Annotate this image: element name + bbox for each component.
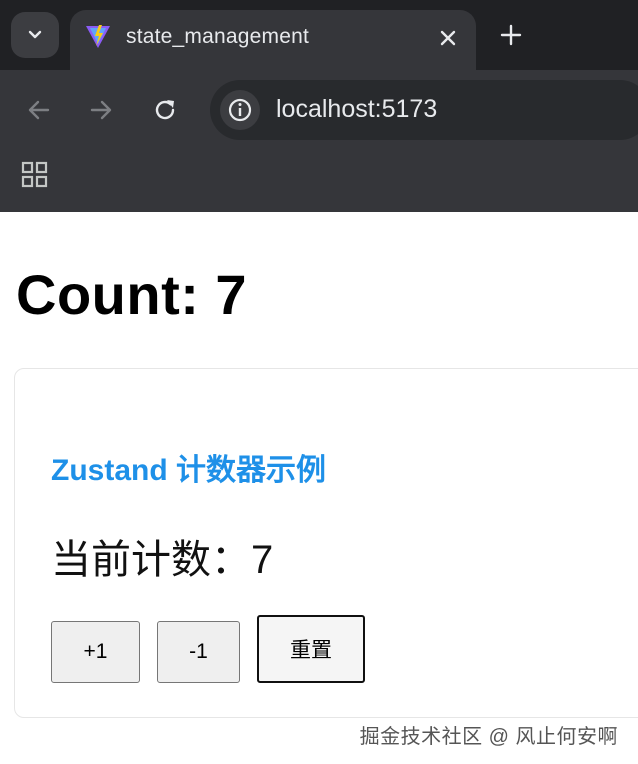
info-icon [228, 98, 252, 122]
tab-title: state_management [126, 25, 309, 48]
page-content: Count: 7 Zustand 计数器示例 当前计数：7 +1 -1 重置 掘… [0, 212, 638, 764]
apps-grid-icon[interactable] [20, 160, 50, 190]
card-title: Zustand 计数器示例 [51, 454, 326, 487]
decrement-button[interactable]: -1 [157, 621, 240, 683]
reload-button[interactable] [145, 90, 185, 130]
active-tab[interactable]: state_management [70, 10, 476, 70]
watermark: 掘金技术社区 @ 风止何安啊 [359, 726, 618, 748]
address-bar[interactable]: localhost:5173 [210, 80, 638, 140]
arrow-left-icon [28, 100, 50, 120]
site-info-button[interactable] [220, 90, 260, 130]
vite-favicon-icon [86, 25, 110, 48]
tab-strip: state_management [0, 0, 638, 70]
back-button[interactable] [19, 90, 59, 130]
close-icon [440, 30, 456, 46]
url-text[interactable]: localhost:5173 [276, 95, 437, 124]
tab-search-button[interactable] [11, 12, 59, 58]
count-heading: Count: 7 [16, 263, 248, 326]
arrow-right-icon [90, 100, 112, 120]
tab-close-button[interactable] [434, 24, 462, 52]
counter-card: Zustand 计数器示例 当前计数：7 +1 -1 重置 [14, 368, 638, 718]
new-tab-button[interactable] [496, 20, 526, 50]
browser-chrome: state_management localhost:5173 [0, 0, 638, 212]
reload-icon [155, 100, 175, 120]
current-count-text: 当前计数：7 [51, 538, 274, 582]
plus-icon [500, 24, 522, 46]
reset-button[interactable]: 重置 [257, 615, 365, 683]
chevron-down-icon [28, 30, 42, 39]
increment-button[interactable]: +1 [51, 621, 140, 683]
forward-button[interactable] [81, 90, 121, 130]
